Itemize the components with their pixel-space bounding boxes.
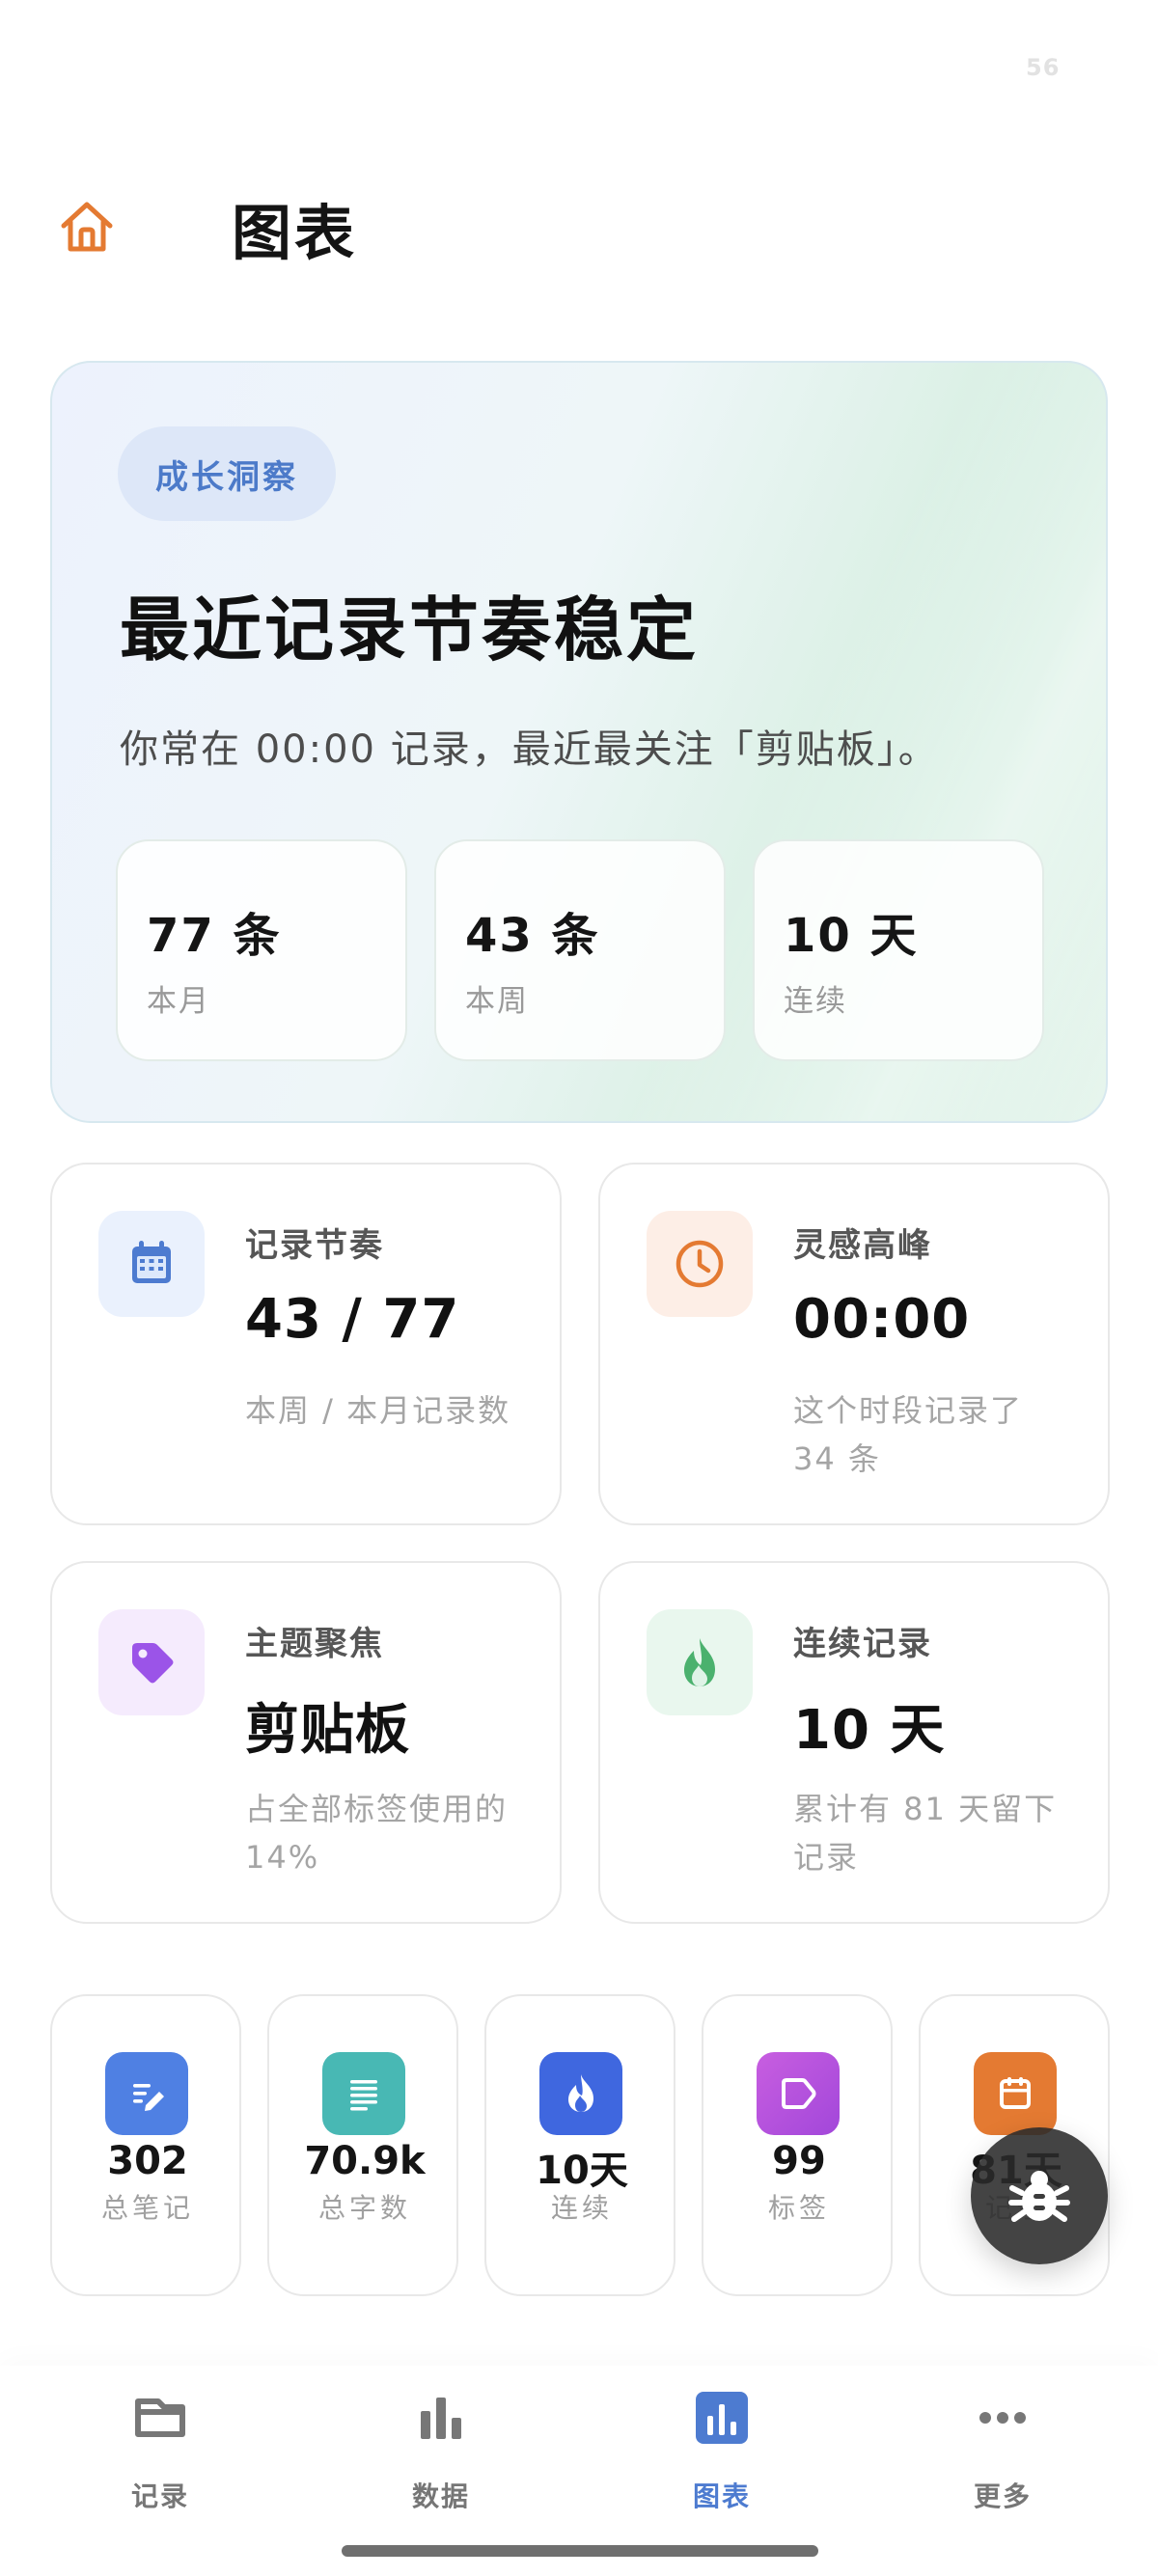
chart-icon [696, 2392, 748, 2444]
insight-value: 10 天 [793, 1699, 946, 1762]
page-title: 图表 [232, 198, 358, 268]
stat-label: 本周 [465, 984, 529, 1019]
stat-value: 43 条 [465, 909, 600, 963]
edit-note-icon [133, 2084, 164, 2111]
metric-total-notes[interactable]: 302 总笔记 [50, 1994, 241, 2296]
insight-value: 00:00 [793, 1288, 971, 1351]
metric-label: 总字数 [317, 2192, 411, 2224]
insight-value: 43 / 77 [245, 1288, 460, 1351]
nav-icon-box [129, 2387, 191, 2449]
bottom-navigation: 记录 数据 图表 更多 [0, 2366, 1158, 2576]
home-icon [61, 202, 113, 252]
tag-icon [132, 1643, 174, 1684]
rhythm-card[interactable]: 记录节奏 43 / 77 本周 / 本月记录数 [50, 1163, 562, 1525]
nav-icon-box [410, 2387, 472, 2449]
home-button[interactable] [56, 196, 118, 258]
metric-value: 70.9k [304, 2139, 426, 2183]
insight-label: 灵感高峰 [793, 1226, 932, 1265]
streak-card[interactable]: 连续记录 10 天 累计有 81 天留下记录 [598, 1561, 1110, 1924]
analytics-screen: 56 图表 成长洞察 最近记录节奏稳定 你常在 00:00 记录，最近最关注「剪… [0, 0, 1158, 2576]
status-number: 56 [1026, 54, 1061, 81]
bug-icon [1008, 2171, 1070, 2222]
home-indicator[interactable] [342, 2545, 818, 2557]
text-lines-icon [350, 2080, 377, 2111]
nav-label: 记录 [130, 2480, 189, 2512]
page-header: 图表 [0, 178, 1158, 268]
flame-icon [568, 2074, 593, 2112]
metric-icon-box [757, 2052, 840, 2135]
peak-time-card[interactable]: 灵感高峰 00:00 这个时段记录了 34 条 [598, 1163, 1110, 1525]
nav-more[interactable]: 更多 [916, 2387, 1089, 2512]
calendar-icon [1000, 2077, 1031, 2109]
metric-value: 302 [107, 2139, 188, 2183]
insight-label: 主题聚焦 [245, 1625, 384, 1663]
metric-streak[interactable]: 10天 连续 [484, 1994, 676, 2296]
insight-pill: 成长洞察 [118, 426, 336, 521]
stat-label: 连续 [784, 984, 847, 1019]
debug-button[interactable] [971, 2127, 1108, 2264]
streak-icon-box [647, 1609, 753, 1715]
metric-icon-box [539, 2052, 622, 2135]
nav-label: 数据 [411, 2480, 470, 2512]
metric-tags[interactable]: 99 标签 [702, 1994, 893, 2296]
metric-value: 99 [772, 2139, 826, 2183]
metric-icon-box [105, 2052, 188, 2135]
insight-label: 记录节奏 [245, 1226, 384, 1265]
stat-value: 77 条 [147, 909, 282, 963]
more-icon [979, 2412, 1026, 2424]
nav-label: 图表 [692, 2480, 751, 2512]
flame-icon [684, 1638, 715, 1686]
stat-card-streak: 10 天 连续 [753, 839, 1044, 1061]
growth-insight-card: 成长洞察 最近记录节奏稳定 你常在 00:00 记录，最近最关注「剪贴板」。 7… [50, 361, 1108, 1123]
folder-icon [135, 2398, 185, 2437]
insight-description: 你常在 00:00 记录，最近最关注「剪贴板」。 [120, 727, 939, 772]
nav-records[interactable]: 记录 [73, 2387, 247, 2512]
insight-title: 最近记录节奏稳定 [120, 589, 700, 671]
insight-description: 累计有 81 天留下记录 [793, 1791, 1058, 1876]
hero-stats: 77 条 本月 43 条 本周 10 天 连续 [116, 839, 1044, 1061]
metric-label: 标签 [767, 2192, 830, 2224]
stat-card-week: 43 条 本周 [434, 839, 726, 1061]
insight-description: 占全部标签使用的 14% [245, 1791, 509, 1876]
stat-card-month: 77 条 本月 [116, 839, 407, 1061]
metric-icon-box [974, 2052, 1057, 2135]
nav-charts[interactable]: 图表 [635, 2387, 809, 2512]
rhythm-icon-box [98, 1211, 205, 1317]
metric-label: 总笔记 [100, 2192, 194, 2224]
insight-description: 这个时段记录了 34 条 [793, 1392, 1024, 1477]
nav-icon-box [691, 2387, 753, 2449]
nav-data[interactable]: 数据 [354, 2387, 528, 2512]
insight-value: 剪贴板 [245, 1698, 410, 1762]
nav-icon-box [972, 2387, 1034, 2449]
metric-icon-box [322, 2052, 405, 2135]
insight-description: 本周 / 本月记录数 [245, 1392, 511, 1429]
nav-label: 更多 [973, 2480, 1032, 2512]
clock-icon [676, 1240, 724, 1288]
metric-total-words[interactable]: 70.9k 总字数 [267, 1994, 458, 2296]
peak-time-icon-box [647, 1211, 753, 1317]
tag-icon [782, 2078, 816, 2109]
bar-chart-icon [421, 2398, 461, 2439]
stat-value: 10 天 [784, 909, 919, 963]
topic-focus-card[interactable]: 主题聚焦 剪贴板 占全部标签使用的 14% [50, 1561, 562, 1924]
metric-label: 连续 [550, 2192, 613, 2224]
stat-label: 本月 [147, 984, 210, 1019]
calendar-icon [132, 1241, 171, 1283]
topic-focus-icon-box [98, 1609, 205, 1715]
insight-label: 连续记录 [793, 1625, 932, 1663]
